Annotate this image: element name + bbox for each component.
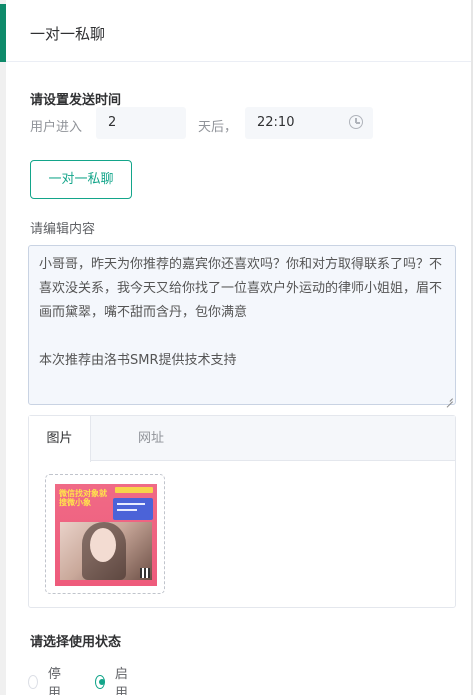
radio-enabled[interactable]: 启用 <box>95 663 132 695</box>
poster-thumbnail: 微信找对象就搜微小象 <box>55 484 157 586</box>
poster-photo <box>60 522 152 580</box>
media-tabs: 图片 网址 微信找对象就搜微小象 <box>28 415 456 608</box>
time-picker[interactable]: 22:10 <box>245 107 373 139</box>
user-enter-label: 用户进入 <box>30 120 83 135</box>
content-paragraph: 本次推荐由洛书SMR提供技术支持 <box>39 353 237 368</box>
radio-circle-icon[interactable] <box>28 675 38 689</box>
tab-url[interactable]: 网址 <box>91 416 211 461</box>
poster-card-line <box>117 509 137 511</box>
dialog-title: 一对一私聊 <box>30 25 106 43</box>
time-value: 22:10 <box>257 115 295 130</box>
dialog-header: 一对一私聊 <box>6 4 471 62</box>
content-paragraph: 小哥哥，昨天为你推荐的嘉宾你还喜欢吗？你和对方取得联系了吗？不喜欢没关系，我今天… <box>39 257 443 320</box>
private-chat-button[interactable]: 一对一私聊 <box>30 160 132 199</box>
radio-disabled[interactable]: 停用 <box>28 663 65 695</box>
image-upload-card[interactable]: 微信找对象就搜微小象 <box>45 474 165 594</box>
radio-label-disabled: 停用 <box>47 667 61 695</box>
message-content-textarea[interactable]: 小哥哥，昨天为你推荐的嘉宾你还喜欢吗？你和对方取得联系了吗？不喜欢没关系，我今天… <box>28 245 456 405</box>
days-input[interactable]: 2 <box>96 107 186 139</box>
tabs-header: 图片 网址 <box>29 416 455 462</box>
radio-label-enabled: 启用 <box>114 667 128 695</box>
poster-tag <box>115 487 153 493</box>
poster-qr-code <box>140 568 150 578</box>
poster-card-line <box>117 503 145 505</box>
content-paragraph <box>39 325 445 349</box>
days-after-label: 天后， <box>198 120 238 135</box>
left-panel-edge <box>0 0 6 695</box>
poster-info-card <box>113 498 153 520</box>
resize-handle-icon[interactable] <box>445 394 453 402</box>
poster-face <box>90 528 116 562</box>
tab-image[interactable]: 图片 <box>29 416 91 462</box>
radio-checked-icon[interactable] <box>95 675 105 689</box>
clock-icon <box>349 115 363 129</box>
edit-content-label: 请编辑内容 <box>30 222 96 237</box>
status-label: 请选择使用状态 <box>30 635 122 650</box>
send-time-label: 请设置发送时间 <box>30 93 122 108</box>
poster-headline: 微信找对象就搜微小象 <box>59 489 107 507</box>
